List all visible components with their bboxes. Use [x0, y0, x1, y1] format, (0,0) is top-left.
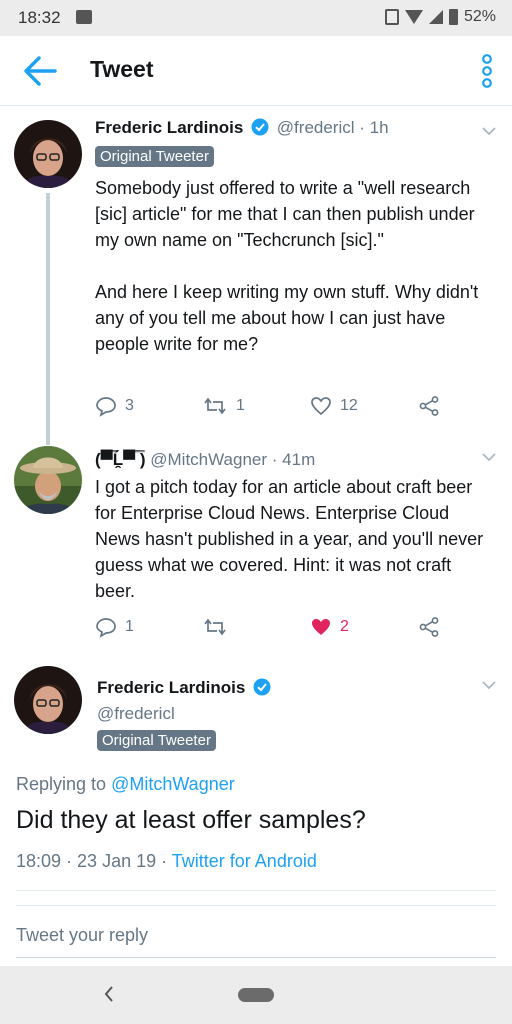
- author-handle: @fredericl: [276, 118, 355, 137]
- retweet-count: 1: [236, 397, 245, 414]
- retweet-action[interactable]: [202, 616, 236, 638]
- tweet-age: · 41m: [271, 450, 316, 469]
- reply-action[interactable]: 3: [95, 395, 134, 417]
- nav-back-icon[interactable]: [102, 984, 116, 1004]
- tweet-datetime: 18:09 · 23 Jan 19 ·: [16, 851, 172, 871]
- reply-input-underline: [16, 957, 496, 958]
- share-action[interactable]: [418, 616, 440, 638]
- app-bar: Tweet: [0, 36, 512, 106]
- back-arrow-icon[interactable]: [22, 54, 58, 88]
- original-tweeter-badge: Original Tweeter: [95, 146, 214, 167]
- tweet-source[interactable]: Twitter for Android: [172, 851, 317, 871]
- tweet-text: Somebody just offered to write a "well r…: [95, 178, 479, 354]
- author-handle: @MitchWagner: [150, 450, 268, 469]
- chevron-down-icon[interactable]: [482, 680, 496, 690]
- vibrate-icon: [384, 9, 399, 25]
- status-time: 18:32: [18, 8, 61, 27]
- replying-to: Replying to @MitchWagner: [16, 774, 235, 795]
- tweet-header: Frederic Lardinois @fredericl · 1h: [95, 118, 389, 138]
- retweet-icon: [204, 618, 226, 636]
- share-icon: [419, 617, 439, 637]
- chevron-down-icon[interactable]: [482, 126, 496, 136]
- retweet-icon: [204, 397, 226, 415]
- share-icon: [419, 396, 439, 416]
- tweet-header: (▀̿Ĺ̯▀̿ ̿) @MitchWagner · 41m: [95, 450, 315, 470]
- chevron-down-icon[interactable]: [482, 452, 496, 462]
- battery-icon: [448, 9, 458, 25]
- original-tweeter-badge: Original Tweeter: [97, 730, 216, 751]
- share-action[interactable]: [418, 395, 440, 417]
- replying-label: Replying to: [16, 774, 107, 794]
- like-count: 12: [340, 397, 358, 414]
- author-name[interactable]: (▀̿Ĺ̯▀̿ ̿): [95, 450, 146, 469]
- verified-badge-icon: [251, 118, 269, 136]
- author-name[interactable]: Frederic Lardinois: [97, 678, 245, 697]
- reply-icon: [96, 397, 116, 417]
- tweet-actions: 3 1 12: [95, 395, 455, 419]
- signal-icon: [428, 10, 443, 24]
- divider: [16, 890, 496, 891]
- reply-input[interactable]: Tweet your reply: [16, 925, 148, 946]
- heart-filled-icon: [312, 619, 330, 635]
- battery-level: 52%: [463, 8, 496, 25]
- tweet-actions: 1 2: [95, 616, 455, 640]
- verified-badge-icon: [253, 678, 271, 696]
- focused-tweet-text: Did they at least offer samples?: [16, 806, 366, 834]
- avatar[interactable]: [14, 446, 82, 514]
- reply-icon: [96, 618, 116, 638]
- avatar[interactable]: [14, 666, 82, 734]
- nav-home-pill[interactable]: [238, 988, 274, 1002]
- heart-icon: [311, 397, 331, 416]
- focused-author: Frederic Lardinois: [97, 678, 274, 698]
- system-nav-bar: [0, 966, 512, 1024]
- tweet-text: I got a pitch today for an article about…: [95, 477, 489, 601]
- tweet-timestamp: 18:09 · 23 Jan 19 · Twitter for Android: [16, 851, 317, 872]
- page-title: Tweet: [90, 56, 154, 82]
- status-bar: 18:32 52%: [0, 0, 512, 36]
- author-handle: @fredericl: [97, 704, 175, 723]
- image-notification-icon: [76, 10, 92, 24]
- replying-handle[interactable]: @MitchWagner: [111, 774, 235, 794]
- reply-count: 3: [125, 397, 134, 414]
- status-icons: 52%: [384, 8, 496, 26]
- thread-line: [46, 193, 50, 445]
- like-count: 2: [340, 618, 349, 635]
- reply-action[interactable]: 1: [95, 616, 134, 638]
- divider: [16, 905, 496, 906]
- like-action[interactable]: 12: [310, 395, 358, 417]
- more-options-icon[interactable]: [480, 54, 494, 88]
- retweet-action[interactable]: 1: [202, 395, 245, 417]
- wifi-icon: [404, 10, 423, 24]
- author-name[interactable]: Frederic Lardinois: [95, 118, 243, 137]
- avatar[interactable]: [14, 120, 82, 188]
- like-action[interactable]: 2: [310, 616, 349, 638]
- reply-count: 1: [125, 618, 134, 635]
- tweet-age: · 1h: [359, 118, 389, 137]
